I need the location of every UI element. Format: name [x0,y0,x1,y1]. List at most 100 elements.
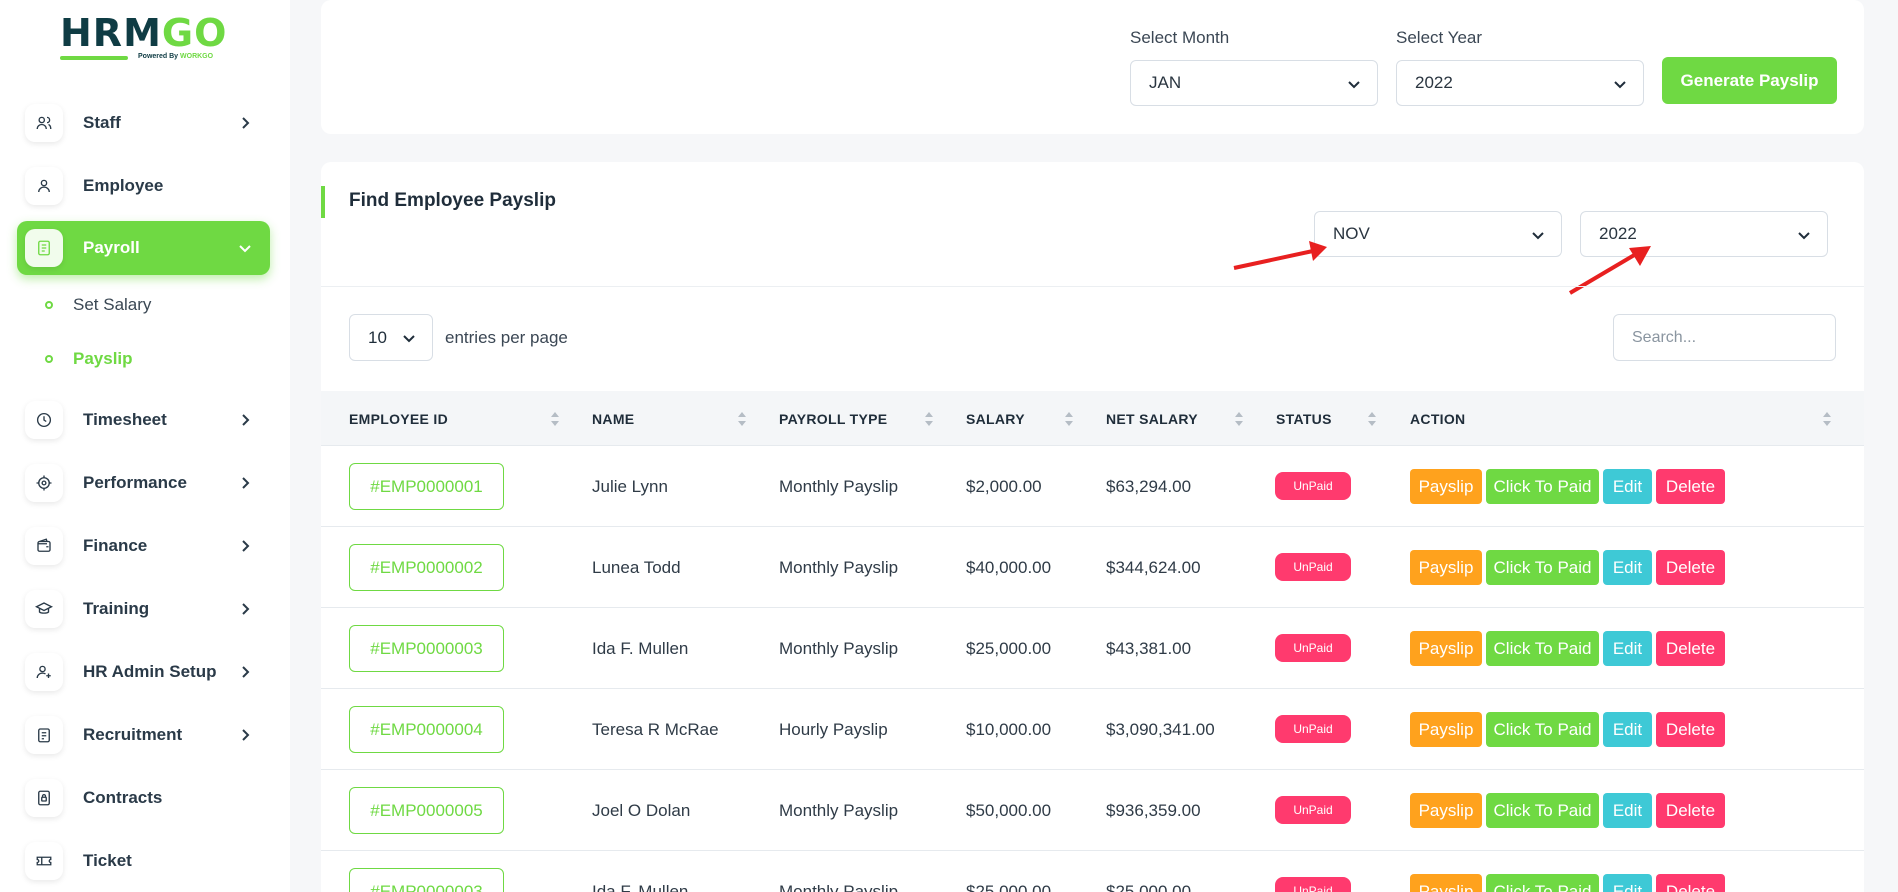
sidebar-item-employee[interactable]: Employee [17,159,270,213]
filter-year-value: 2022 [1599,224,1637,243]
select-year-value: 2022 [1415,73,1453,92]
employee-id-button[interactable]: #EMP0000002 [349,544,504,591]
edit-button[interactable]: Edit [1603,712,1652,747]
sidebar-item-label: Payroll [83,238,140,257]
employee-id-button[interactable]: #EMP0000005 [349,787,504,834]
edit-button[interactable]: Edit [1603,469,1652,504]
employee-id-button[interactable]: #EMP0000003 [349,868,504,892]
sort-icon[interactable] [1367,411,1377,427]
clipboard-icon [25,716,63,754]
select-year-dropdown[interactable]: 2022 [1396,60,1644,106]
entries-value: 10 [368,327,387,347]
target-icon [25,464,63,502]
generate-payslip-button[interactable]: Generate Payslip [1662,57,1837,104]
payroll-type: Hourly Payslip [779,719,888,739]
payslip-button[interactable]: Payslip [1410,793,1482,828]
chevron-right-icon [242,540,250,552]
chevron-down-icon [1348,81,1360,89]
sidebar-subitem-payslip[interactable]: Payslip [45,344,133,374]
sort-icon[interactable] [1064,411,1074,427]
click-to-paid-button[interactable]: Click To Paid [1486,469,1599,504]
edit-button[interactable]: Edit [1603,874,1652,892]
click-to-paid-button[interactable]: Click To Paid [1486,550,1599,585]
salary: $25,000.00 [966,638,1052,658]
title-accent-bar [321,186,325,218]
chevron-right-icon [242,117,250,129]
delete-button[interactable]: Delete [1656,469,1725,504]
sidebar-item-finance[interactable]: Finance [17,519,270,573]
payslip-button[interactable]: Payslip [1410,712,1482,747]
status-badge: UnPaid [1275,553,1351,581]
payslip-button[interactable]: Payslip [1410,874,1482,892]
search-input[interactable] [1613,314,1836,361]
sidebar-item-recruitment[interactable]: Recruitment [17,708,270,762]
delete-button[interactable]: Delete [1656,874,1725,892]
edit-button[interactable]: Edit [1603,631,1652,666]
select-year-label: Select Year [1396,28,1483,47]
column-header-payroll-type[interactable]: PAYROLL TYPE [779,391,887,446]
card-title: Find Employee Payslip [349,190,556,211]
salary: $40,000.00 [966,557,1052,577]
sort-icon[interactable] [550,411,560,427]
delete-button[interactable]: Delete [1656,550,1725,585]
payroll-type: Monthly Payslip [779,638,899,658]
click-to-paid-button[interactable]: Click To Paid [1486,874,1599,892]
sidebar-item-training[interactable]: Training [17,582,270,636]
sidebar-item-contracts[interactable]: Contracts [17,771,270,825]
sidebar-item-hr-admin-setup[interactable]: HR Admin Setup [17,645,270,699]
click-to-paid-button[interactable]: Click To Paid [1486,631,1599,666]
net-salary: $25,000.00 [1106,881,1192,892]
delete-button[interactable]: Delete [1656,712,1725,747]
click-to-paid-button[interactable]: Click To Paid [1486,712,1599,747]
sidebar-item-label: Contracts [83,788,163,807]
sidebar-subitem-set-salary[interactable]: Set Salary [45,290,151,320]
employee-id-button[interactable]: #EMP0000001 [349,463,504,510]
sidebar-item-label: Recruitment [83,725,183,744]
payslip-button[interactable]: Payslip [1410,631,1482,666]
delete-button[interactable]: Delete [1656,793,1725,828]
card-divider [321,286,1864,287]
column-header-status[interactable]: STATUS [1276,391,1332,446]
employee-id-button[interactable]: #EMP0000003 [349,625,504,672]
net-salary: $936,359.00 [1106,800,1201,820]
chevron-right-icon [242,603,250,615]
net-salary: $43,381.00 [1106,638,1192,658]
users-icon [25,104,63,142]
sidebar-item-payroll[interactable]: Payroll [17,221,270,275]
sort-icon[interactable] [737,411,747,427]
sidebar-item-ticket[interactable]: Ticket [17,834,270,888]
filter-month-dropdown[interactable]: NOV [1314,211,1562,257]
select-month-value: JAN [1149,73,1182,92]
payslip-button[interactable]: Payslip [1410,469,1482,504]
click-to-paid-button[interactable]: Click To Paid [1486,793,1599,828]
payroll-type: Monthly Payslip [779,476,899,496]
sidebar-item-label: Training [83,599,150,618]
chevron-right-icon [242,666,250,678]
column-header-net-salary[interactable]: NET SALARY [1106,391,1198,446]
chevron-down-icon [239,245,251,253]
status-badge: UnPaid [1275,877,1351,892]
sidebar: HRMGO Powered By WORKGO Staff Employee P… [0,0,290,892]
subitem-label: Set Salary [73,295,152,314]
sidebar-item-performance[interactable]: Performance [17,456,270,510]
sidebar-item-staff[interactable]: Staff [17,96,270,150]
column-header-name[interactable]: NAME [592,391,634,446]
hrmgo-logo[interactable]: HRMGO Powered By WORKGO [60,14,230,64]
column-header-employee-id[interactable]: EMPLOYEE ID [349,391,448,446]
select-month-dropdown[interactable]: JAN [1130,60,1378,106]
entries-per-page-select[interactable]: 10 [349,314,433,361]
sort-icon[interactable] [1234,411,1244,427]
employee-id-button[interactable]: #EMP0000004 [349,706,504,753]
column-header-salary[interactable]: SALARY [966,391,1025,446]
edit-button[interactable]: Edit [1603,793,1652,828]
employee-name: Ida F. Mullen [592,881,689,892]
net-salary: $344,624.00 [1106,557,1201,577]
column-header-action[interactable]: ACTION [1410,391,1465,446]
find-payslip-card: Find Employee Payslip NOV 2022 10 entrie… [321,162,1864,892]
sort-icon[interactable] [924,411,934,427]
payslip-button[interactable]: Payslip [1410,550,1482,585]
edit-button[interactable]: Edit [1603,550,1652,585]
sidebar-item-timesheet[interactable]: Timesheet [17,393,270,447]
delete-button[interactable]: Delete [1656,631,1725,666]
sort-icon[interactable] [1822,411,1832,427]
